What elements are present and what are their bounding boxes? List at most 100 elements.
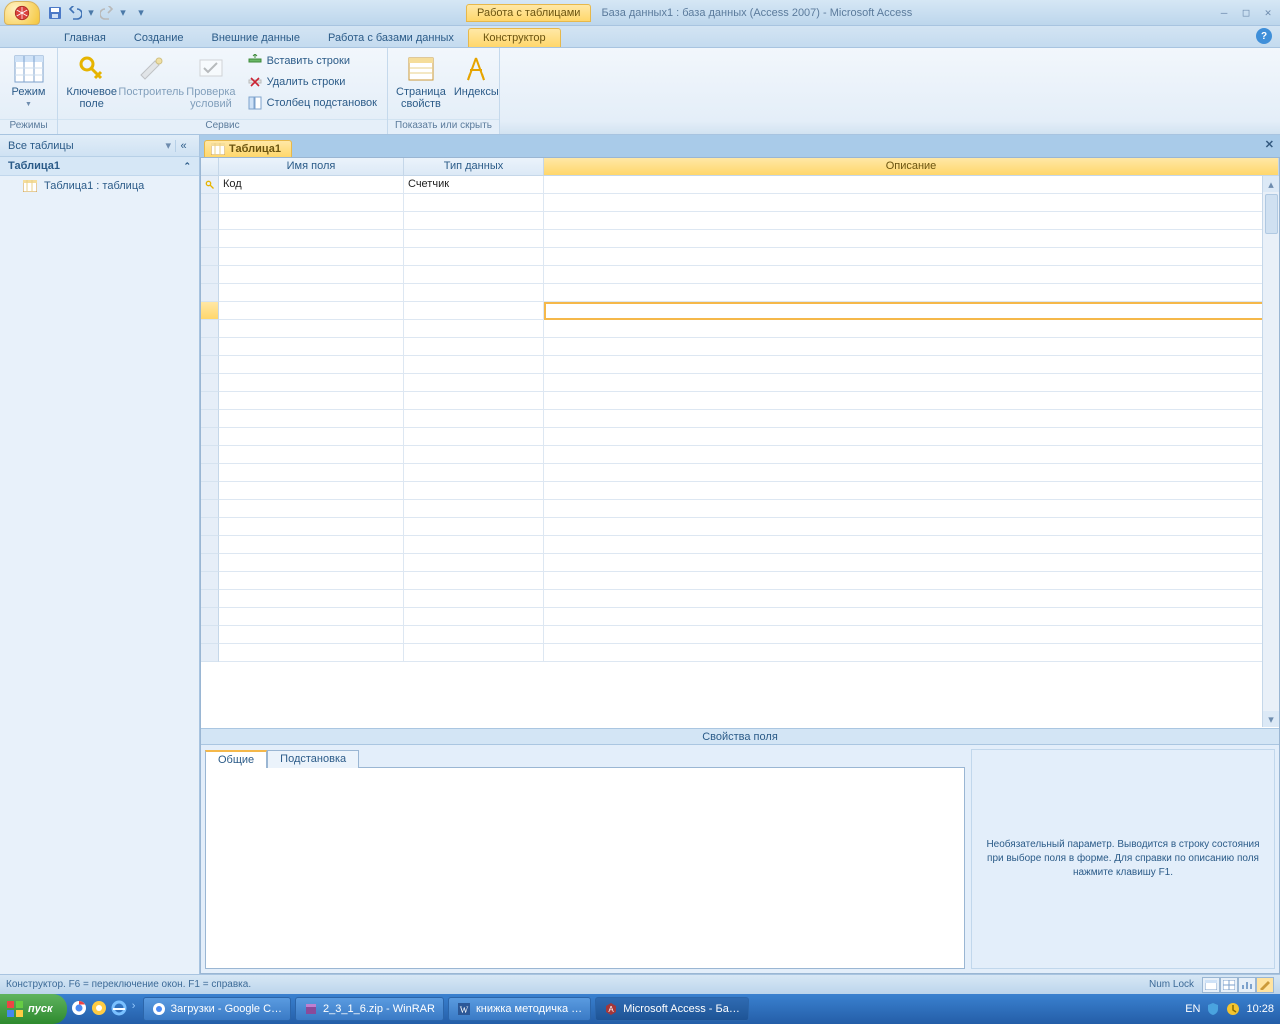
row-selector[interactable] [201,302,219,320]
cell-description[interactable] [544,572,1279,590]
row-selector[interactable] [201,410,219,428]
tray-shield-icon[interactable] [1206,1002,1220,1016]
cell-fieldname[interactable] [219,554,404,572]
redo-icon[interactable] [98,4,116,22]
tray-update-icon[interactable] [1226,1002,1240,1016]
cell-fieldname[interactable] [219,392,404,410]
cell-fieldname[interactable] [219,572,404,590]
designer-row[interactable] [201,464,1279,482]
cell-description[interactable] [544,392,1279,410]
cell-fieldname[interactable] [219,230,404,248]
view-design-icon[interactable] [1256,977,1274,993]
cell-fieldname[interactable] [219,536,404,554]
cell-description[interactable] [544,302,1279,320]
designer-row[interactable] [201,518,1279,536]
cell-fieldname[interactable] [219,428,404,446]
cell-datatype[interactable] [404,428,544,446]
nav-group-collapse-icon[interactable]: ⌃ [183,161,191,172]
designer-row[interactable] [201,356,1279,374]
qat-customize-icon[interactable]: ▾ [136,6,146,19]
ql-more-icon[interactable]: › [131,1000,137,1018]
cell-datatype[interactable] [404,266,544,284]
row-selector[interactable] [201,554,219,572]
cell-description[interactable] [544,212,1279,230]
column-header-fieldname[interactable]: Имя поля [219,158,404,176]
taskbar-item-winrar[interactable]: 2_3_1_6.zip - WinRAR [295,997,444,1021]
designer-row[interactable] [201,428,1279,446]
designer-row[interactable] [201,410,1279,428]
cell-fieldname[interactable] [219,644,404,662]
designer-row[interactable] [201,266,1279,284]
cell-description[interactable] [544,428,1279,446]
row-selector[interactable] [201,518,219,536]
designer-row[interactable] [201,590,1279,608]
row-selector[interactable] [201,320,219,338]
tab-create[interactable]: Создание [120,29,198,47]
indexes-button[interactable]: Индексы [452,51,501,100]
cell-fieldname[interactable] [219,590,404,608]
cell-fieldname[interactable] [219,482,404,500]
redo-split-icon[interactable]: ▾ [118,6,128,19]
cell-datatype[interactable] [404,500,544,518]
designer-grid[interactable]: КодСчетчик [201,176,1279,728]
vertical-scrollbar[interactable]: ▴ ▾ [1262,176,1279,727]
cell-datatype[interactable] [404,518,544,536]
designer-row[interactable] [201,500,1279,518]
start-button[interactable]: пуск [0,994,67,1024]
cell-datatype[interactable] [404,572,544,590]
cell-datatype[interactable] [404,284,544,302]
row-selector[interactable] [201,194,219,212]
row-selector[interactable] [201,626,219,644]
scroll-thumb[interactable] [1265,194,1278,234]
cell-fieldname[interactable] [219,446,404,464]
cell-fieldname[interactable] [219,518,404,536]
cell-description[interactable] [544,446,1279,464]
cell-datatype[interactable] [404,194,544,212]
cell-fieldname[interactable] [219,302,404,320]
cell-fieldname[interactable] [219,356,404,374]
row-selector[interactable] [201,464,219,482]
tab-database-tools[interactable]: Работа с базами данных [314,29,468,47]
designer-row[interactable] [201,608,1279,626]
close-window-button[interactable]: ✕ [1260,6,1276,20]
cell-fieldname[interactable] [219,626,404,644]
view-pivotchart-icon[interactable] [1238,977,1256,993]
designer-row[interactable] [201,338,1279,356]
tray-clock[interactable]: 10:28 [1246,1003,1274,1015]
cell-description[interactable] [544,536,1279,554]
row-selector[interactable] [201,248,219,266]
row-selector[interactable] [201,230,219,248]
designer-row[interactable] [201,230,1279,248]
designer-row[interactable] [201,320,1279,338]
props-tab-general[interactable]: Общие [205,750,267,768]
column-header-description[interactable]: Описание [544,158,1279,176]
cell-datatype[interactable] [404,374,544,392]
cell-description[interactable] [544,410,1279,428]
taskbar-item-access[interactable]: A Microsoft Access - Ба… [595,997,749,1021]
cell-description[interactable] [544,176,1279,194]
primary-key-button[interactable]: Ключевое поле [64,51,119,112]
cell-datatype[interactable] [404,464,544,482]
nav-pane-header[interactable]: Все таблицы ▾ « [0,135,199,157]
cell-description[interactable] [544,554,1279,572]
row-selector[interactable] [201,266,219,284]
view-button[interactable]: Режим ▼ [6,51,51,113]
row-selector[interactable] [201,482,219,500]
cell-fieldname[interactable] [219,320,404,338]
designer-row[interactable]: КодСчетчик [201,176,1279,194]
document-tab-table1[interactable]: Таблица1 [204,140,292,157]
undo-split-icon[interactable]: ▾ [86,6,96,19]
cell-datatype[interactable] [404,410,544,428]
tab-design[interactable]: Конструктор [468,28,561,47]
cell-datatype[interactable] [404,554,544,572]
row-selector[interactable] [201,500,219,518]
cell-datatype[interactable] [404,230,544,248]
row-selector[interactable] [201,428,219,446]
cell-fieldname[interactable] [219,608,404,626]
designer-row[interactable] [201,212,1279,230]
row-selector[interactable] [201,446,219,464]
designer-row[interactable] [201,644,1279,662]
field-properties-grid[interactable] [205,767,965,969]
row-selector[interactable] [201,356,219,374]
row-selector[interactable] [201,338,219,356]
